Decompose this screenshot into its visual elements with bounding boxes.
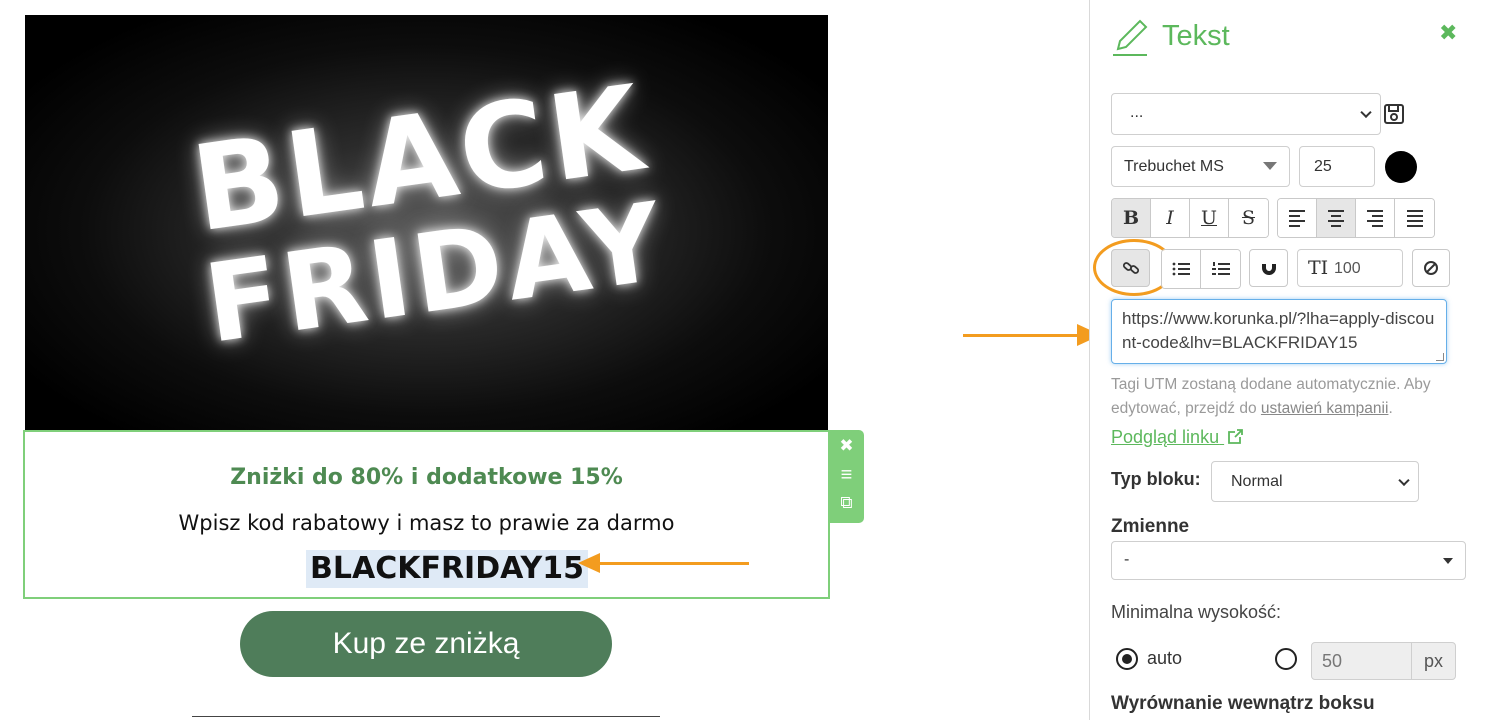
block-type-label: Typ bloku: [1111, 469, 1201, 489]
variables-label: Zmienne [1111, 516, 1190, 537]
black-friday-banner-image[interactable]: BLACK FRIDAY [25, 15, 828, 430]
italic-button[interactable]: I [1151, 199, 1190, 237]
align-center-button[interactable] [1317, 199, 1356, 237]
font-size-input[interactable]: 25 [1299, 146, 1375, 187]
numbered-list-icon [1211, 262, 1230, 275]
ban-icon [1424, 261, 1438, 275]
discount-heading[interactable]: Zniżki do 80% i dodatkowe 15% [25, 465, 828, 490]
line-height-input[interactable]: TI 100 [1297, 249, 1403, 287]
email-editor: BLACK FRIDAY Zniżki do 80% i dodatkowe 1… [0, 0, 1488, 720]
text-color-picker[interactable] [1385, 151, 1417, 183]
variables-select[interactable]: - [1111, 541, 1466, 580]
external-link-icon [1228, 429, 1244, 444]
duplicate-block-icon[interactable]: ⧉ [829, 493, 864, 513]
block-toolbar: ✖ ≡ ⧉ [829, 430, 864, 523]
dropdown-triangle-icon [1443, 558, 1453, 564]
preview-link[interactable]: Podgląd linku [1111, 427, 1244, 448]
discount-subheading[interactable]: Wpisz kod rabatowy i masz to prawie za d… [25, 511, 828, 535]
link-url-value: https://www.korunka.pl/?lha=apply-discou… [1122, 309, 1435, 352]
save-icon[interactable] [1383, 103, 1405, 125]
align-right-icon [1367, 209, 1383, 227]
block-type-value: Normal [1231, 473, 1283, 490]
align-left-icon [1289, 209, 1305, 227]
block-type-select[interactable]: Normal [1211, 461, 1419, 502]
link-url-field[interactable]: https://www.korunka.pl/?lha=apply-discou… [1111, 299, 1447, 364]
pencil-icon [1113, 19, 1148, 56]
bullet-list-button[interactable] [1162, 250, 1201, 288]
panel-title: Tekst [1162, 20, 1230, 52]
utm-note: Tagi UTM zostaną dodane automatycznie. A… [1111, 373, 1456, 421]
alignment-button-group [1277, 198, 1435, 238]
cta-button[interactable]: Kup ze zniżką [240, 611, 612, 677]
align-left-button[interactable] [1278, 199, 1317, 237]
magnet-button[interactable] [1249, 249, 1288, 287]
banner-text: BLACK FRIDAY [182, 58, 672, 367]
inner-alignment-label: Wyrównanie wewnątrz boksu [1111, 693, 1375, 714]
numbered-list-button[interactable] [1201, 250, 1240, 288]
bold-button[interactable]: B [1112, 199, 1151, 237]
strikethrough-button[interactable]: S [1229, 199, 1268, 237]
style-select[interactable]: ... [1111, 93, 1381, 135]
format-button-group: B I U S [1111, 198, 1269, 238]
list-button-group [1161, 249, 1241, 289]
line-height-value: 100 [1334, 260, 1361, 277]
min-height-input: 50 [1311, 642, 1412, 680]
chevron-down-icon [1398, 474, 1410, 486]
underline-button[interactable]: U [1190, 199, 1229, 237]
min-height-unit: px [1411, 642, 1456, 680]
selected-text-block[interactable]: Zniżki do 80% i dodatkowe 15% Wpisz kod … [23, 430, 830, 599]
magnet-icon [1261, 262, 1276, 275]
min-height-auto-label[interactable]: auto [1147, 648, 1182, 669]
dropdown-triangle-icon [1263, 162, 1277, 170]
align-justify-button[interactable] [1395, 199, 1434, 237]
align-justify-icon [1406, 209, 1423, 227]
variables-value: - [1124, 551, 1130, 568]
preview-link-label: Podgląd linku [1111, 427, 1220, 447]
chevron-down-icon [1360, 106, 1372, 119]
align-right-button[interactable] [1356, 199, 1395, 237]
style-select-value: ... [1130, 104, 1144, 121]
close-panel-icon[interactable]: ✖ [1439, 20, 1457, 46]
font-family-value: Trebuchet MS [1124, 158, 1224, 175]
utm-note-suffix: . [1388, 400, 1393, 417]
min-height-label: Minimalna wysokość: [1111, 602, 1282, 622]
bullet-list-icon [1172, 262, 1190, 276]
move-block-icon[interactable]: ≡ [829, 464, 864, 487]
min-height-auto-radio[interactable] [1116, 648, 1138, 670]
discount-code-text[interactable]: BLACKFRIDAY15 [306, 550, 588, 588]
align-center-icon [1328, 209, 1344, 227]
min-height-px-radio[interactable] [1275, 648, 1297, 670]
clear-format-button[interactable] [1412, 249, 1450, 287]
divider [192, 716, 660, 717]
line-height-icon: TI [1308, 257, 1329, 279]
resize-handle-icon[interactable] [1436, 353, 1444, 361]
delete-block-icon[interactable]: ✖ [829, 436, 864, 456]
font-family-select[interactable]: Trebuchet MS [1111, 146, 1290, 187]
text-settings-panel: Tekst ✖ ... Trebuchet MS 25 B I U S TI 1… [1089, 0, 1488, 720]
campaign-settings-link[interactable]: ustawień kampanii [1261, 400, 1389, 417]
